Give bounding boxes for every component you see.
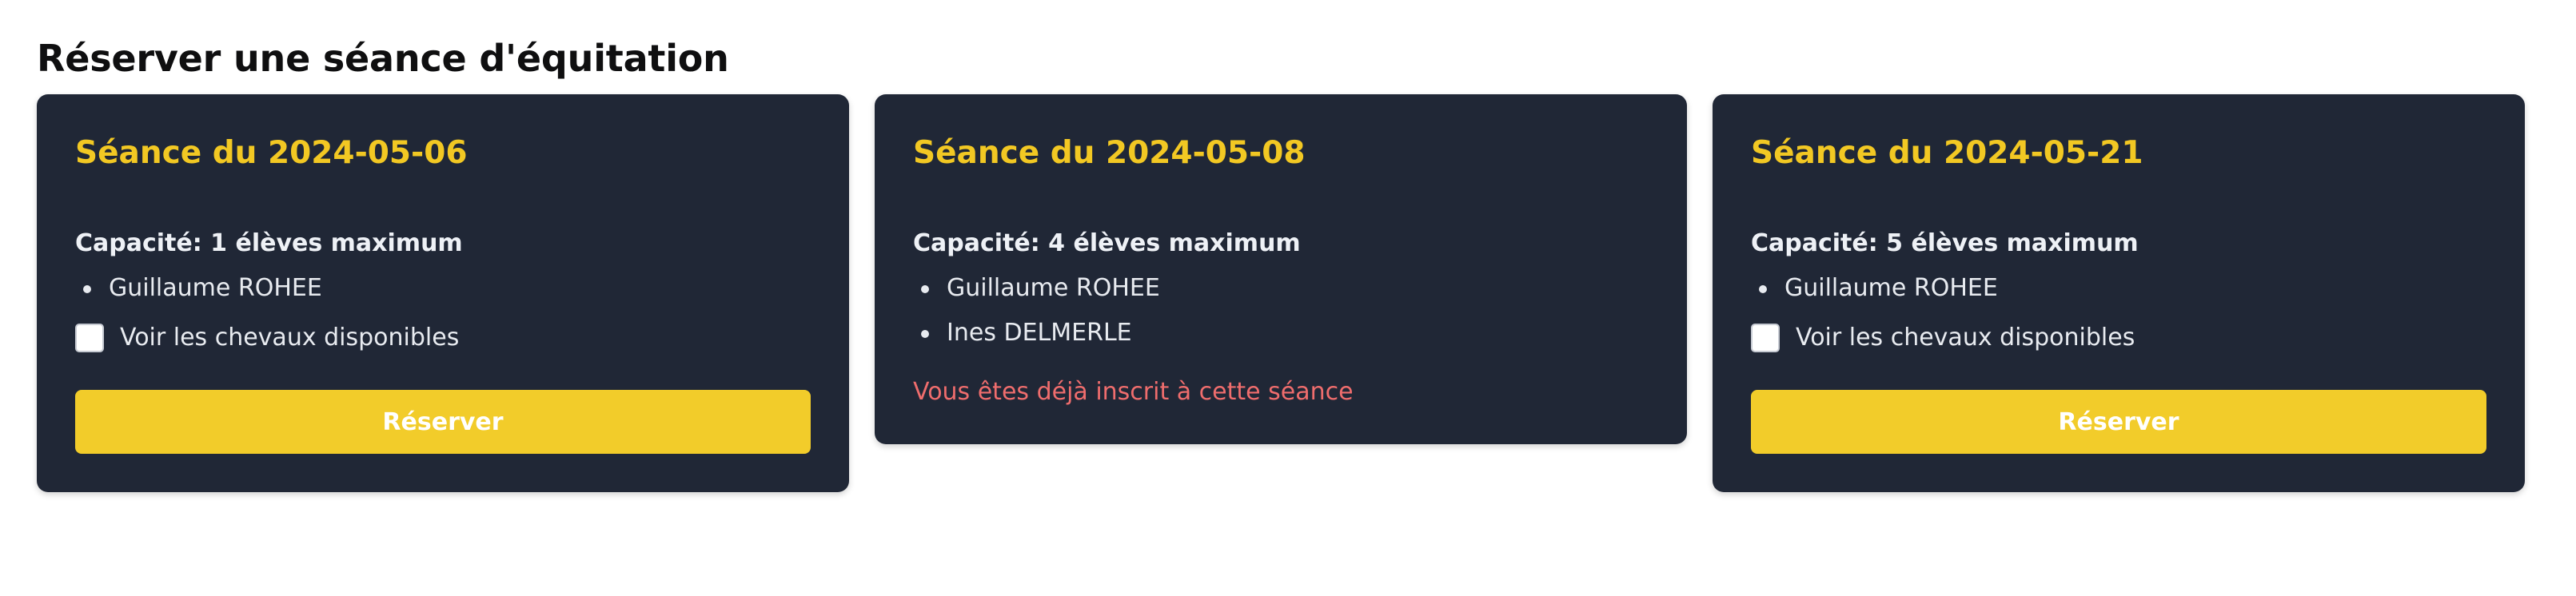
booking-page: Réserver une séance d'équitation Séance … — [0, 0, 2576, 596]
reserve-button[interactable]: Réserver — [75, 390, 811, 454]
session-card-2024-05-06: Séance du 2024-05-06 Capacité: 1 élèves … — [37, 94, 849, 492]
available-horses-label: Voir les chevaux disponibles — [120, 324, 460, 352]
student-list: Guillaume ROHEE Ines DELMERLE — [913, 273, 1649, 348]
available-horses-checkbox[interactable] — [75, 324, 104, 352]
available-horses-checkbox[interactable] — [1751, 324, 1780, 352]
session-card-2024-05-21: Séance du 2024-05-21 Capacité: 5 élèves … — [1713, 94, 2525, 492]
student-item: Ines DELMERLE — [913, 318, 1649, 348]
session-capacity: Capacité: 1 élèves maximum — [75, 228, 811, 259]
available-horses-label: Voir les chevaux disponibles — [1796, 324, 2135, 352]
student-item: Guillaume ROHEE — [75, 273, 811, 304]
reserve-button[interactable]: Réserver — [1751, 390, 2486, 454]
capacity-text: Capacité: 1 élèves maximum — [75, 229, 463, 257]
already-registered-message: Vous êtes déjà inscrit à cette séance — [913, 378, 1354, 406]
available-horses-toggle[interactable]: Voir les chevaux disponibles — [1751, 323, 2486, 353]
session-title: Séance du 2024-05-21 — [1751, 135, 2143, 171]
capacity-text: Capacité: 5 élèves maximum — [1751, 229, 2139, 257]
page-title: Réserver une séance d'équitation — [37, 37, 729, 80]
student-item: Guillaume ROHEE — [913, 273, 1649, 304]
student-item: Guillaume ROHEE — [1751, 273, 2486, 304]
session-title: Séance du 2024-05-08 — [913, 135, 1306, 171]
session-capacity: Capacité: 4 élèves maximum — [913, 228, 1649, 259]
capacity-text: Capacité: 4 élèves maximum — [913, 229, 1301, 257]
available-horses-toggle[interactable]: Voir les chevaux disponibles — [75, 323, 811, 353]
session-capacity: Capacité: 5 élèves maximum — [1751, 228, 2486, 259]
session-card-list: Séance du 2024-05-06 Capacité: 1 élèves … — [37, 94, 2539, 492]
student-list: Guillaume ROHEE — [1751, 273, 2486, 304]
session-title: Séance du 2024-05-06 — [75, 135, 468, 171]
session-card-2024-05-08: Séance du 2024-05-08 Capacité: 4 élèves … — [875, 94, 1687, 444]
student-list: Guillaume ROHEE — [75, 273, 811, 304]
